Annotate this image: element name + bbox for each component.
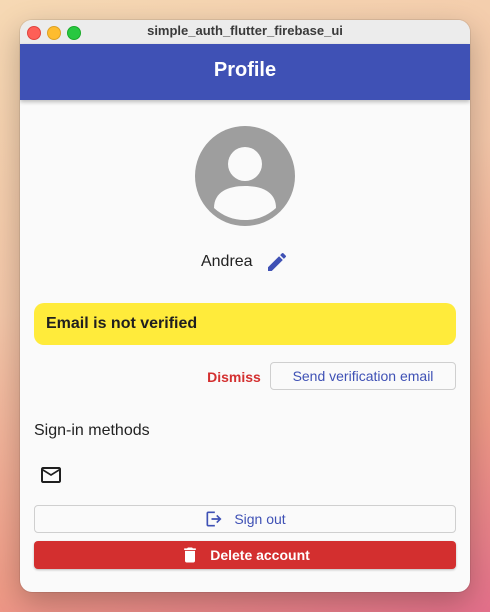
display-name: Andrea: [200, 253, 253, 270]
sign-in-methods-title: Sign-in methods: [34, 422, 150, 439]
delete-account-label: Delete account: [210, 547, 310, 563]
avatar: [195, 126, 295, 226]
page-title: Profile: [213, 59, 277, 81]
app-window: simple_auth_flutter_firebase_ui Profile …: [20, 20, 470, 592]
email-icon: [41, 467, 61, 483]
email-not-verified-banner: Email is not verified: [34, 303, 456, 345]
trash-icon: [184, 547, 197, 563]
delete-account-button[interactable]: Delete account: [34, 541, 456, 569]
display-name-row: Andrea: [20, 250, 470, 274]
delete-account-button-content: Delete account: [34, 541, 456, 569]
sign-out-button-content: Sign out: [35, 506, 455, 532]
person-icon: [195, 126, 295, 226]
dismiss-button[interactable]: Dismiss: [202, 363, 266, 391]
window-titlebar: simple_auth_flutter_firebase_ui: [20, 20, 470, 45]
send-verification-email-button[interactable]: Send verification email: [270, 362, 456, 390]
window-title: simple_auth_flutter_firebase_ui: [147, 23, 343, 38]
sign-out-button[interactable]: Sign out: [34, 505, 456, 533]
logout-icon: [206, 511, 222, 527]
sign-out-label: Sign out: [234, 511, 286, 527]
pencil-icon[interactable]: [265, 250, 289, 274]
app-bar: Profile: [20, 44, 470, 100]
banner-text: Email is not verified: [46, 315, 198, 332]
